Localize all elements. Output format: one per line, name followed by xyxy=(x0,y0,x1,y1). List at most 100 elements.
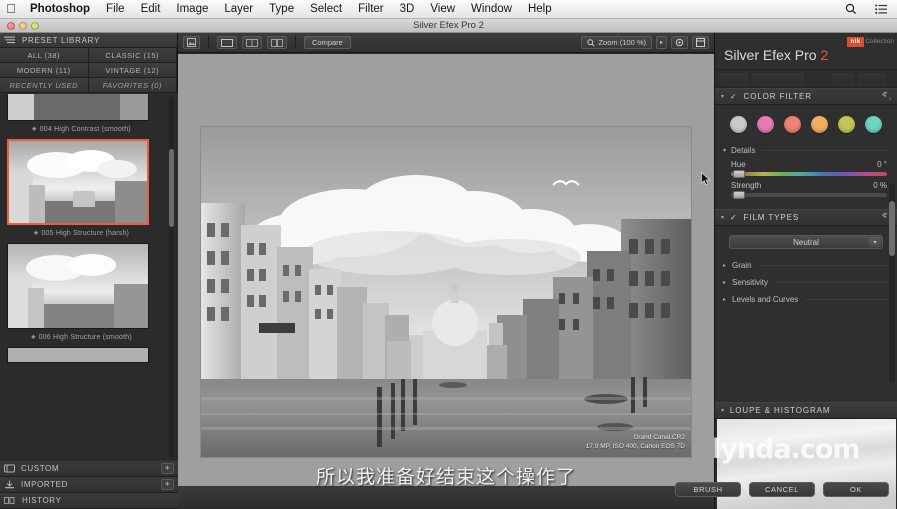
preset-label: ★ 004 High Contrast (smooth) xyxy=(31,126,131,133)
product-version: 2 xyxy=(820,47,829,63)
list-menu-icon[interactable] xyxy=(866,4,897,15)
chevron-right-icon[interactable]: ▸ xyxy=(723,279,726,286)
row-imported[interactable]: IMPORTED + xyxy=(0,477,178,493)
film-types-checkbox[interactable]: ✓ xyxy=(730,213,738,222)
preset-item[interactable]: ★ 006 High Structure (smooth) xyxy=(0,240,163,344)
swatch-pink[interactable] xyxy=(757,116,774,133)
section-header-film-types[interactable]: ▾ ✓ FILM TYPES xyxy=(715,209,897,226)
photo-metadata: Grand Canal.CR2 17.9 MP, ISO 400, Canon … xyxy=(586,433,685,453)
scrollbar-thumb[interactable] xyxy=(889,201,895,256)
subsection-levels-and-curves[interactable]: ▸ Levels and Curves xyxy=(715,291,897,308)
menu-item-image[interactable]: Image xyxy=(168,0,216,19)
details-subsection-header[interactable]: ▾ Details xyxy=(715,143,897,158)
compare-button[interactable]: Compare xyxy=(304,36,351,49)
image-canvas[interactable]: Grand Canal.CR2 17.9 MP, ISO 400, Canon … xyxy=(178,54,714,486)
swatch-orange[interactable] xyxy=(811,116,828,133)
history-browser-icon[interactable] xyxy=(692,36,709,49)
subsection-sensitivity[interactable]: ▸ Sensitivity xyxy=(715,274,897,291)
star-icon[interactable]: ★ xyxy=(31,126,37,133)
menu-item-edit[interactable]: Edit xyxy=(133,0,169,19)
apple-logo-icon[interactable]:  xyxy=(0,2,22,17)
star-icon[interactable]: ★ xyxy=(33,230,39,237)
split-view-icon[interactable] xyxy=(242,36,262,49)
swatch-cyan[interactable] xyxy=(865,116,882,133)
reset-arrow-icon[interactable] xyxy=(881,92,891,101)
preset-thumbnail[interactable] xyxy=(7,94,149,121)
side-by-side-icon[interactable] xyxy=(267,36,287,49)
chevron-right-icon[interactable]: ▸ xyxy=(723,262,726,269)
menu-item-layer[interactable]: Layer xyxy=(216,0,261,19)
section-header-color-filter[interactable]: ▾ ✓ COLOR FILTER xyxy=(715,88,897,105)
menu-item-filter[interactable]: Filter xyxy=(350,0,392,19)
menu-item-select[interactable]: Select xyxy=(302,0,350,19)
search-icon[interactable] xyxy=(836,3,866,15)
preset-thumbnail[interactable] xyxy=(7,139,149,225)
row-history[interactable]: HISTORY xyxy=(0,493,178,509)
divider xyxy=(762,150,889,151)
menu-item-view[interactable]: View xyxy=(422,0,463,19)
add-imported-button[interactable]: + xyxy=(161,479,174,490)
chevron-right-icon[interactable]: ▸ xyxy=(723,296,726,303)
preset-thumbnail[interactable] xyxy=(7,243,149,329)
filter-tab-vintage[interactable]: VINTAGE (12) xyxy=(88,63,177,78)
section-header-loupe[interactable]: ▾ LOUPE & HISTOGRAM xyxy=(715,402,897,419)
panel-tool-button-4[interactable] xyxy=(858,72,886,85)
chevron-down-icon[interactable]: ▾ xyxy=(721,214,725,221)
filter-tab-classic[interactable]: CLASSIC (15) xyxy=(88,48,177,63)
hue-slider-track[interactable] xyxy=(731,170,887,178)
color-filter-checkbox[interactable]: ✓ xyxy=(730,92,738,101)
star-icon[interactable]: ★ xyxy=(30,334,36,341)
panel-tool-button-1[interactable] xyxy=(720,72,748,85)
chevron-down-icon[interactable]: ▾ xyxy=(869,237,881,247)
preset-item[interactable]: ★ 004 High Contrast (smooth) xyxy=(0,94,163,136)
menu-item-file[interactable]: File xyxy=(98,0,133,19)
chevron-down-icon[interactable]: ▾ xyxy=(723,147,726,154)
ok-button[interactable]: OK xyxy=(823,482,889,497)
menu-item-3d[interactable]: 3D xyxy=(392,0,423,19)
hamburger-icon[interactable] xyxy=(4,36,16,44)
scrollbar-thumb[interactable] xyxy=(169,149,174,227)
chevron-down-icon[interactable]: ▾ xyxy=(721,407,725,414)
row-custom[interactable]: CUSTOM + xyxy=(0,461,178,477)
filter-tab-recently-used[interactable]: RECENTLY USED xyxy=(0,78,89,93)
zoom-dropdown-caret[interactable]: ▸ xyxy=(656,36,667,49)
brush-button[interactable]: BRUSH xyxy=(675,482,741,497)
menu-item-help[interactable]: Help xyxy=(520,0,560,19)
filter-tab-modern[interactable]: MODERN (11) xyxy=(0,63,89,78)
preset-list-scrollbar[interactable] xyxy=(169,97,174,457)
strength-slider-knob[interactable] xyxy=(733,191,745,199)
menu-item-type[interactable]: Type xyxy=(261,0,302,19)
adjustments-scrollbar[interactable] xyxy=(889,183,895,383)
swatch-neutral[interactable] xyxy=(730,116,747,133)
swatch-red[interactable] xyxy=(784,116,801,133)
add-custom-button[interactable]: + xyxy=(161,463,174,474)
film-type-select[interactable]: Neutral ▾ xyxy=(729,235,883,249)
filter-tab-all[interactable]: ALL (38) xyxy=(0,48,89,63)
preset-item[interactable] xyxy=(0,344,163,363)
image-tool-icon[interactable] xyxy=(183,36,200,49)
chevron-down-icon[interactable]: ▾ xyxy=(721,93,725,100)
preset-library-header: PRESET LIBRARY xyxy=(0,33,177,48)
preview-image[interactable]: Grand Canal.CR2 17.9 MP, ISO 400, Canon … xyxy=(201,127,691,457)
screenshot-root:  Photoshop File Edit Image Layer Type S… xyxy=(0,0,897,509)
panel-tool-button-3[interactable] xyxy=(832,72,854,85)
zoom-level-selector[interactable]: Zoom (100 %) xyxy=(581,36,652,49)
loupe-icon[interactable] xyxy=(671,36,688,49)
preset-list[interactable]: ★ 004 High Contrast (smooth) ★ 005 High … xyxy=(0,94,178,461)
macos-menu-bar:  Photoshop File Edit Image Layer Type S… xyxy=(0,0,897,19)
subsection-grain[interactable]: ▸ Grain xyxy=(715,257,897,274)
menu-item-photoshop[interactable]: Photoshop xyxy=(22,0,98,19)
strength-slider-track[interactable] xyxy=(731,191,887,199)
import-icon xyxy=(4,480,15,489)
panel-tool-button-2[interactable] xyxy=(752,72,804,85)
swatch-yellow-green[interactable] xyxy=(838,116,855,133)
menu-item-window[interactable]: Window xyxy=(463,0,520,19)
preset-category-rows: CUSTOM + IMPORTED + HISTORY xyxy=(0,461,178,509)
photoshop-window-title-bar: Silver Efex Pro 2 xyxy=(0,19,897,33)
hue-slider-knob[interactable] xyxy=(733,170,745,178)
preset-item-selected[interactable]: ★ 005 High Structure (harsh) xyxy=(0,136,163,240)
cancel-button[interactable]: CANCEL xyxy=(749,482,815,497)
preset-thumbnail[interactable] xyxy=(7,347,149,363)
single-view-icon[interactable] xyxy=(217,36,237,49)
filter-tab-favorites[interactable]: FAVORITES (0) xyxy=(88,78,177,93)
